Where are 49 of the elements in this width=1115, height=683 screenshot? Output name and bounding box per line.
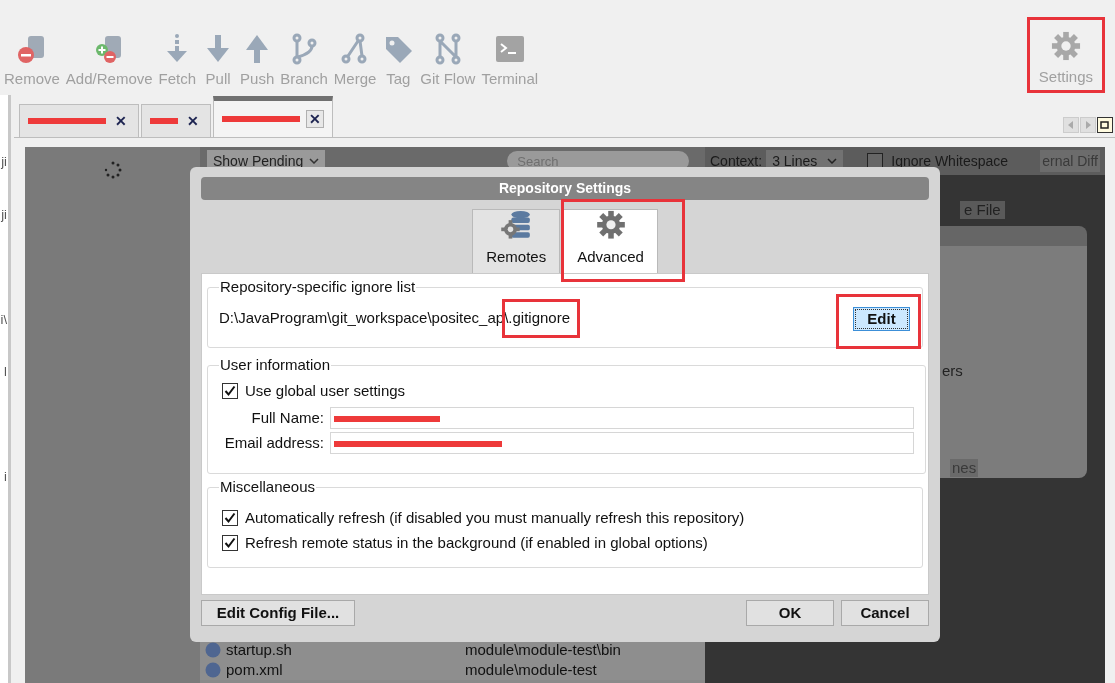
window-list-icon[interactable]	[1097, 117, 1113, 133]
file-status-icon	[205, 662, 221, 678]
checkbox-label: Refresh remote status in the background (if enabled in global options)	[245, 532, 708, 553]
chevron-down-icon	[309, 158, 320, 164]
input-field[interactable]	[330, 406, 914, 429]
gear-icon	[1050, 31, 1081, 61]
checkbox[interactable]	[222, 510, 238, 526]
group-title: Repository-specific ignore list	[219, 277, 417, 297]
group-title: User information	[219, 355, 332, 375]
dialog-title: Repository Settings	[201, 177, 929, 200]
checkbox[interactable]	[222, 535, 238, 551]
close-tab-button[interactable]: ✕	[306, 110, 324, 128]
repo-tab[interactable]: ✕	[213, 96, 333, 137]
file-path: module\module-test	[465, 659, 597, 680]
ignore-file-path: D:\JavaProgram\git_workspace\positec_ap	[219, 308, 505, 329]
loading-spinner-icon	[104, 161, 122, 179]
ignore-file-name: \.gitignore	[504, 309, 570, 327]
sidebar-item-text: i	[4, 470, 7, 483]
dialog-tab[interactable]: Remotes	[472, 209, 561, 273]
edit-config-button[interactable]: Edit Config File...	[201, 600, 355, 626]
close-tab-button[interactable]: ✕	[112, 112, 130, 130]
dialog-tab[interactable]: Advanced	[563, 209, 658, 273]
ok-button[interactable]: OK	[746, 600, 834, 626]
repo-tab[interactable]: ✕	[19, 104, 139, 137]
chevron-down-icon	[827, 158, 838, 164]
sidebar-item-text: l	[4, 365, 7, 378]
gear-icon	[595, 210, 626, 240]
file-name: startup.sh	[226, 639, 293, 660]
input-field[interactable]	[330, 432, 914, 455]
file-status-icon	[205, 642, 221, 658]
close-tab-button[interactable]: ✕	[184, 112, 202, 130]
checkbox[interactable]	[222, 383, 238, 399]
panel-text: ers	[942, 361, 963, 381]
edit-button[interactable]: Edit	[853, 306, 910, 331]
repo-tab[interactable]: ✕	[141, 104, 211, 137]
checkbox-label: Use global user settings	[245, 380, 406, 401]
sidebar-item-text: i\	[0, 313, 7, 326]
file-path: module\module-test\bin	[465, 639, 621, 660]
checkbox-label: Automatically refresh (if disabled you must manually refresh this repository)	[245, 507, 745, 528]
field-label: Full Name:	[250, 407, 324, 428]
field-label: Email address:	[223, 433, 324, 453]
context-label: Context:	[710, 151, 763, 171]
file-name: pom.xml	[226, 659, 284, 680]
sidebar-item-text: ji	[1, 208, 7, 221]
file-chip: e File	[960, 201, 1005, 219]
sidebar-item-text: ji	[1, 155, 7, 168]
group-title: Miscellaneous	[219, 477, 317, 497]
cancel-button[interactable]: Cancel	[841, 600, 929, 626]
terminal-icon	[493, 33, 526, 65]
